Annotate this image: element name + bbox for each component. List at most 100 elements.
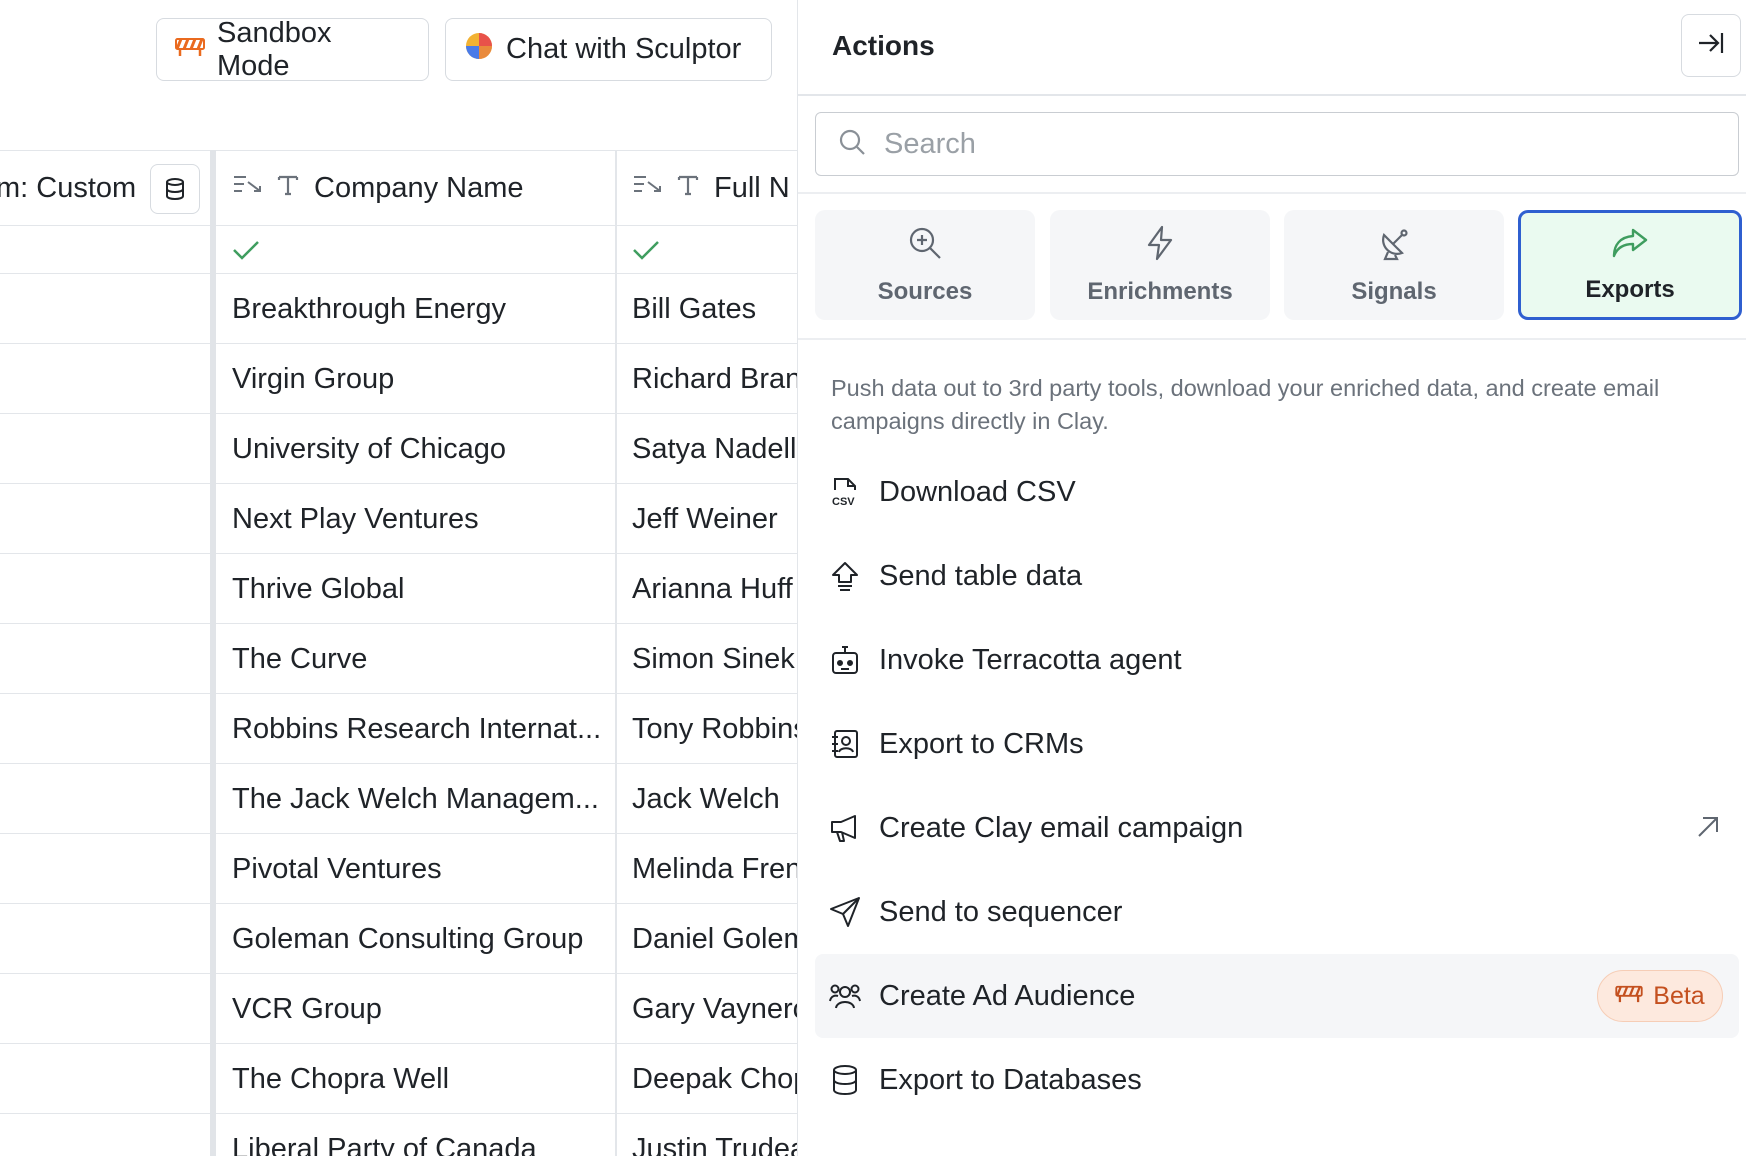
tab-signals[interactable]: Signals [1284, 210, 1504, 320]
cell-full-name[interactable]: Richard Bran [632, 344, 797, 414]
table-row[interactable]: The Jack Welch Managem... Jack Welch [0, 764, 797, 834]
action-label: Send table data [879, 559, 1083, 592]
check-icon [632, 226, 660, 274]
text-type-icon [276, 172, 300, 205]
cell-full-name[interactable]: Simon Sinek [632, 624, 795, 694]
search-icon [838, 128, 866, 161]
exports-description: Push data out to 3rd party tools, downlo… [831, 375, 1660, 434]
collapse-panel-button[interactable] [1681, 14, 1741, 77]
sandbox-mode-button[interactable]: Sandbox Mode [156, 17, 429, 82]
table-row[interactable]: The Curve Simon Sinek [0, 624, 797, 694]
cell-company-name[interactable]: VCR Group [232, 974, 382, 1044]
cell-company-name[interactable]: Virgin Group [232, 344, 394, 414]
column-header-custom[interactable]: m: Custom [0, 150, 210, 226]
table-row[interactable]: University of Chicago Satya Nadella [0, 414, 797, 484]
cell-full-name[interactable]: Daniel Golem [632, 904, 797, 974]
cell-full-name[interactable]: Arianna Huff [632, 554, 793, 624]
action-invoke-terracotta-agent[interactable]: Invoke Terracotta agent [815, 618, 1739, 702]
beta-badge: Beta [1597, 970, 1723, 1022]
cell-company-name[interactable]: Goleman Consulting Group [232, 904, 583, 974]
table-row[interactable]: Virgin Group Richard Bran [0, 344, 797, 414]
beta-label: Beta [1653, 981, 1705, 1010]
table-row[interactable]: Robbins Research Internat... Tony Robbins [0, 694, 797, 764]
table-row[interactable]: Liberal Party of Canada Justin Trudea [0, 1114, 797, 1156]
table-row[interactable]: Thrive Global Arianna Huff [0, 554, 797, 624]
cell-full-name[interactable]: Bill Gates [632, 274, 756, 344]
table-row[interactable]: Goleman Consulting Group Daniel Golem [0, 904, 797, 974]
tab-signals-label: Signals [1351, 277, 1437, 305]
actions-panel: Actions Sources Enrichmen [797, 0, 1746, 1156]
users-icon [829, 980, 861, 1012]
cell-full-name[interactable]: Deepak Chop [632, 1044, 797, 1114]
cell-company-name[interactable]: Breakthrough Energy [232, 274, 506, 344]
text-type-icon [676, 172, 700, 205]
wrap-text-icon [232, 172, 262, 205]
cell-full-name[interactable]: Jeff Weiner [632, 484, 778, 554]
action-label: Export to CRMs [879, 727, 1084, 760]
cell-company-name[interactable]: University of Chicago [232, 414, 506, 484]
action-create-ad-audience[interactable]: Create Ad Audience Beta [815, 954, 1739, 1038]
action-send-table-data[interactable]: Send table data [815, 534, 1739, 618]
table-status-row [0, 226, 797, 274]
cell-company-name[interactable]: Thrive Global [232, 554, 404, 624]
tab-exports-label: Exports [1585, 275, 1675, 303]
column-header-company-name[interactable]: Company Name [216, 150, 616, 226]
table-row[interactable]: Breakthrough Energy Bill Gates [0, 274, 797, 344]
csv-file-icon: CSV [829, 476, 861, 508]
column-header-custom-label: m: Custom [0, 171, 137, 204]
action-download-csv[interactable]: CSV Download CSV [815, 450, 1739, 534]
barrier-icon [175, 33, 205, 66]
tab-enrichments-label: Enrichments [1087, 277, 1233, 305]
action-create-clay-email-campaign[interactable]: Create Clay email campaign [815, 786, 1739, 870]
cell-full-name[interactable]: Melinda Fren [632, 834, 797, 904]
robot-icon [829, 644, 861, 676]
table-row[interactable]: Pivotal Ventures Melinda Fren [0, 834, 797, 904]
cell-company-name[interactable]: Liberal Party of Canada [232, 1114, 537, 1156]
database-icon[interactable] [150, 164, 200, 214]
divider [798, 338, 1746, 340]
satellite-dish-icon [1376, 225, 1412, 268]
column-header-full-name-label: Full N [714, 171, 790, 204]
cell-full-name[interactable]: Justin Trudea [632, 1114, 797, 1156]
chat-with-sculptor-button[interactable]: Chat with Sculptor [445, 18, 772, 81]
action-export-to-crms[interactable]: Export to CRMs [815, 702, 1739, 786]
search-field[interactable] [815, 112, 1739, 176]
frozen-column-divider[interactable] [210, 150, 216, 1156]
cell-company-name[interactable]: Pivotal Ventures [232, 834, 442, 904]
table-row[interactable]: VCR Group Gary Vaynerc [0, 974, 797, 1044]
lightning-icon [1142, 225, 1178, 268]
chat-with-sculptor-label: Chat with Sculptor [506, 33, 742, 65]
column-header-full-name[interactable]: Full N [616, 150, 797, 226]
tab-sources[interactable]: Sources [815, 210, 1035, 320]
column-header-company-name-label: Company Name [314, 171, 524, 204]
cell-company-name[interactable]: The Chopra Well [232, 1044, 449, 1114]
tab-enrichments[interactable]: Enrichments [1050, 210, 1270, 320]
wrap-text-icon [632, 172, 662, 205]
megaphone-icon [829, 812, 861, 844]
cell-company-name[interactable]: Next Play Ventures [232, 484, 479, 554]
cell-company-name[interactable]: The Jack Welch Managem... [232, 764, 599, 834]
action-label: Invoke Terracotta agent [879, 643, 1182, 676]
table-row[interactable]: The Chopra Well Deepak Chop [0, 1044, 797, 1114]
divider [798, 192, 1746, 194]
cell-company-name[interactable]: The Curve [232, 624, 367, 694]
svg-text:CSV: CSV [832, 496, 855, 508]
column-divider [615, 150, 617, 1156]
action-label: Download CSV [879, 475, 1076, 508]
collapse-right-icon [1697, 30, 1725, 61]
check-icon [232, 226, 260, 274]
action-export-to-databases[interactable]: Export to Databases [815, 1038, 1739, 1122]
database-icon [829, 1064, 861, 1096]
table-area: Sandbox Mode Chat with Sculptor m: Custo… [0, 0, 797, 1156]
cell-full-name[interactable]: Tony Robbins [632, 694, 797, 764]
cell-full-name[interactable]: Satya Nadella [632, 414, 797, 484]
contact-book-icon [829, 728, 861, 760]
action-send-to-sequencer[interactable]: Send to sequencer [815, 870, 1739, 954]
search-input[interactable] [884, 127, 1684, 161]
table-row[interactable]: Next Play Ventures Jeff Weiner [0, 484, 797, 554]
cell-company-name[interactable]: Robbins Research Internat... [232, 694, 601, 764]
search-plus-icon [907, 225, 943, 268]
tab-exports[interactable]: Exports [1518, 210, 1742, 320]
cell-full-name[interactable]: Gary Vaynerc [632, 974, 797, 1044]
cell-full-name[interactable]: Jack Welch [632, 764, 780, 834]
